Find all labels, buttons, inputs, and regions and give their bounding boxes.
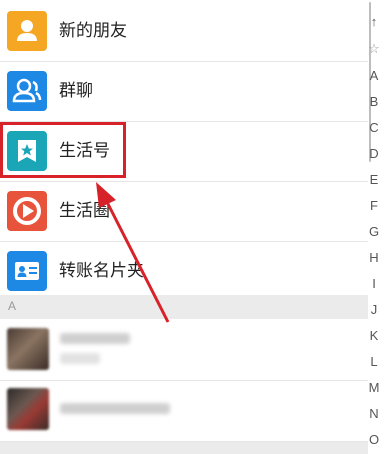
avatar xyxy=(7,388,49,430)
transfer-card-label: 转账名片夹 xyxy=(59,261,144,280)
group-chat-label: 群聊 xyxy=(59,81,93,100)
index-letter-k[interactable]: K xyxy=(367,328,381,343)
index-letter-l[interactable]: L xyxy=(367,354,381,369)
contact-row-blurred[interactable] xyxy=(0,381,368,441)
blurred-name xyxy=(60,403,170,414)
avatar xyxy=(7,328,49,370)
index-letter-i[interactable]: I xyxy=(367,276,381,291)
new-friends-label: 新的朋友 xyxy=(59,21,127,40)
alphabet-index-bar[interactable]: ↑ ☆ A B C D E F G H I J K L M N O xyxy=(368,0,384,453)
index-letter-h[interactable]: H xyxy=(367,250,381,265)
life-circle-item[interactable]: 生活圈 xyxy=(0,182,368,240)
circle-play-icon xyxy=(7,191,47,231)
index-letter-d[interactable]: D xyxy=(367,146,381,161)
index-letter-f[interactable]: F xyxy=(367,198,381,213)
life-circle-label: 生活圈 xyxy=(59,201,110,220)
index-letter-o[interactable]: O xyxy=(367,432,381,447)
transfer-card-item[interactable]: 转账名片夹 xyxy=(0,242,368,300)
section-letter: A xyxy=(8,299,17,313)
index-star[interactable]: ☆ xyxy=(367,41,381,57)
index-top-arrow[interactable]: ↑ xyxy=(367,14,381,29)
index-letter-a[interactable]: A xyxy=(367,68,381,83)
index-letter-b[interactable]: B xyxy=(367,94,381,109)
index-letter-e[interactable]: E xyxy=(367,172,381,187)
group-icon xyxy=(7,71,47,111)
index-letter-n[interactable]: N xyxy=(367,406,381,421)
card-icon xyxy=(7,251,47,291)
index-letter-g[interactable]: G xyxy=(367,224,381,239)
section-header-next xyxy=(0,442,368,454)
index-letter-j[interactable]: J xyxy=(367,302,381,317)
highlight-box xyxy=(0,122,126,178)
person-icon xyxy=(7,11,47,51)
section-header-a: A xyxy=(0,295,368,319)
contact-row-blurred[interactable] xyxy=(0,319,368,379)
group-chat-item[interactable]: 群聊 xyxy=(0,62,368,120)
blurred-subtext xyxy=(60,353,100,364)
new-friends-item[interactable]: 新的朋友 xyxy=(0,2,368,60)
index-letter-c[interactable]: C xyxy=(367,120,381,135)
index-letter-m[interactable]: M xyxy=(367,380,381,395)
blurred-name xyxy=(60,333,130,344)
